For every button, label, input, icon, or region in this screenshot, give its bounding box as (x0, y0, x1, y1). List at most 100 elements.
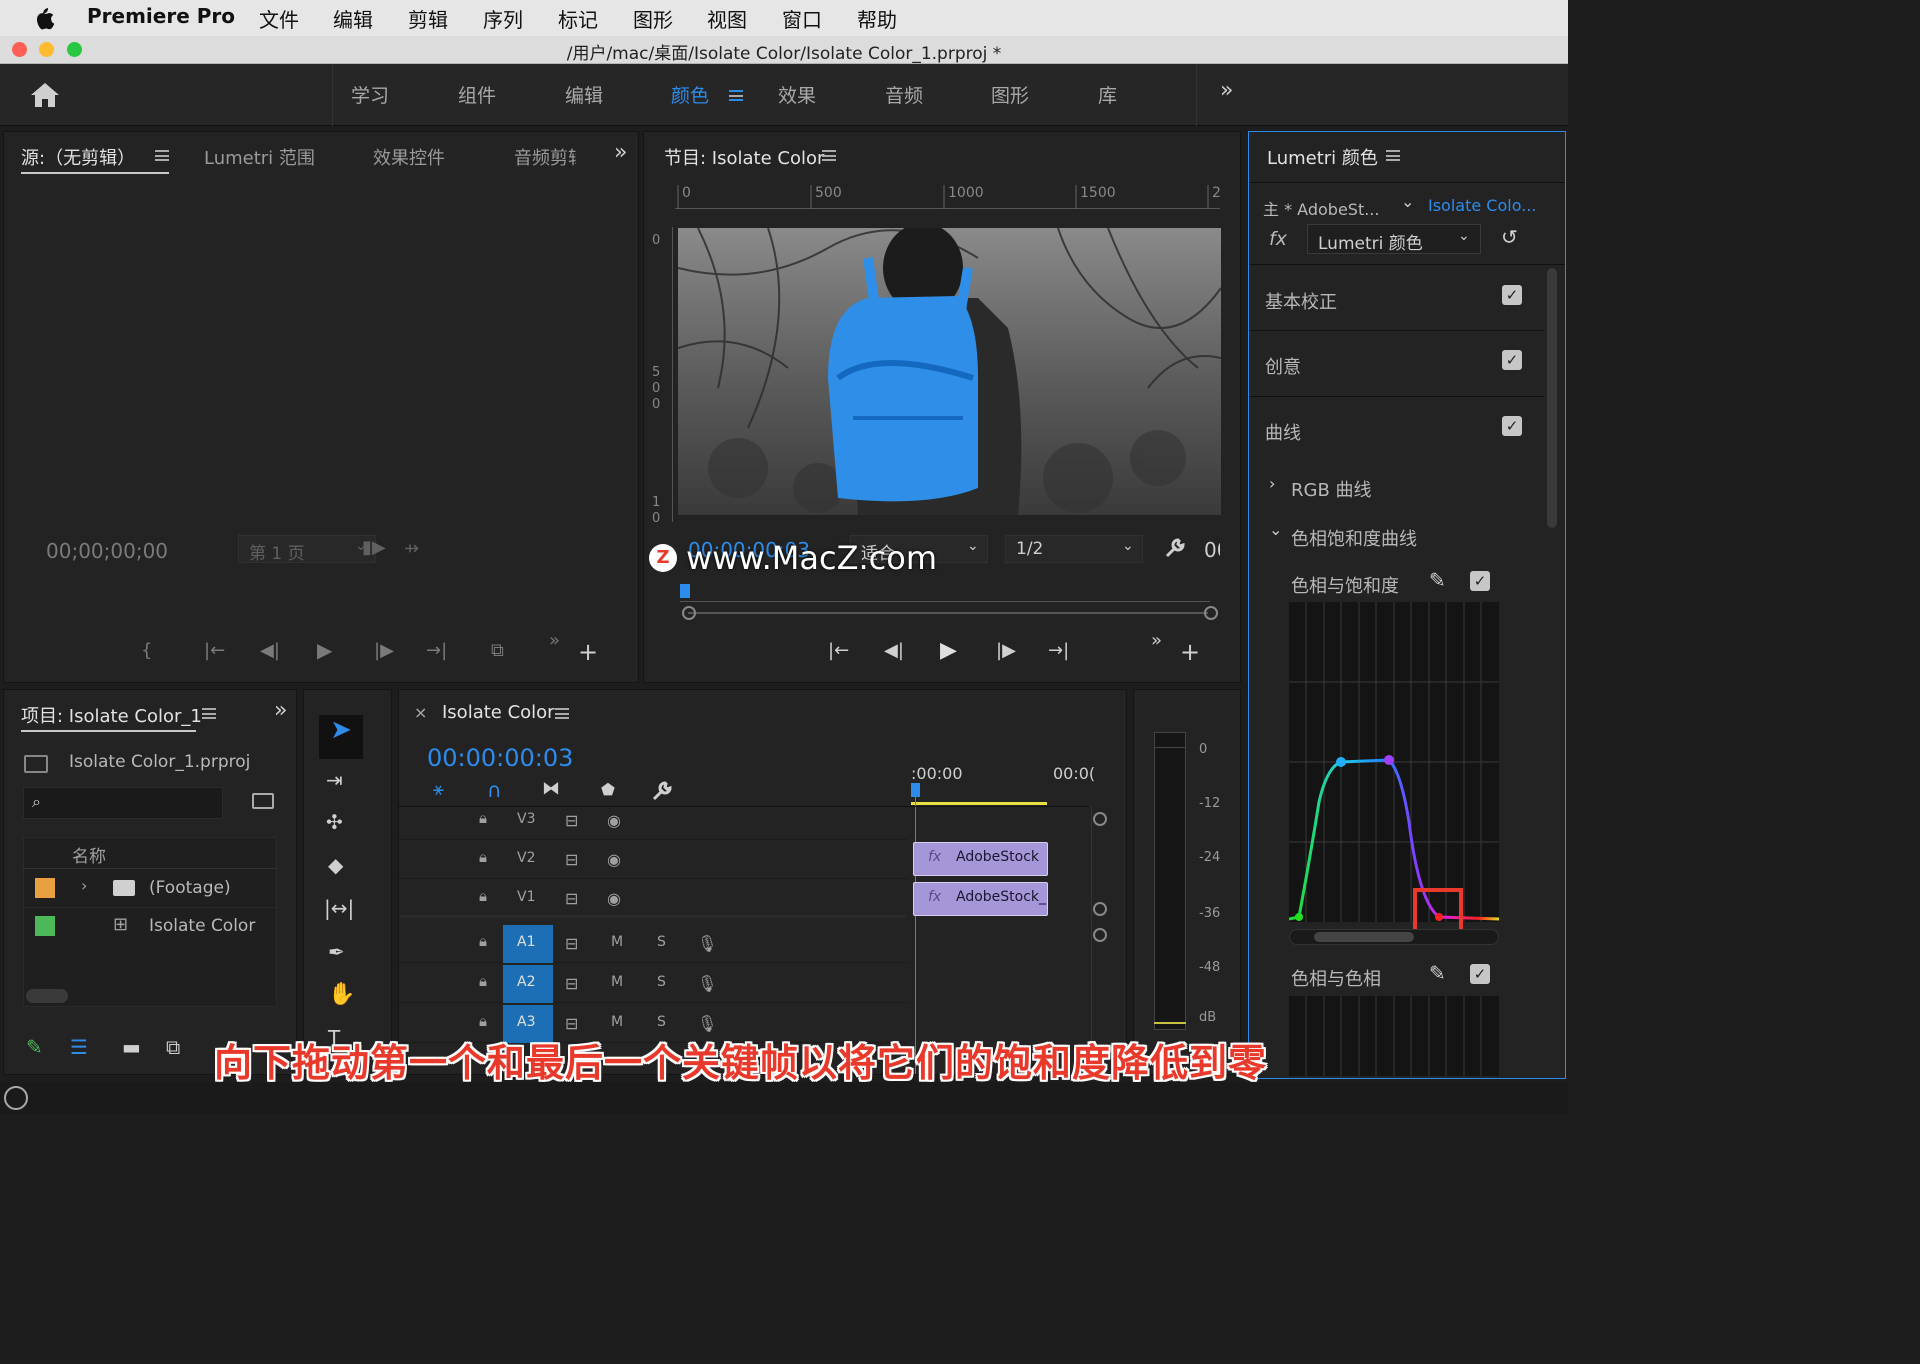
mute-button[interactable]: M (611, 974, 623, 990)
workspace-tab-audio[interactable]: 音频 (885, 81, 923, 108)
mute-button[interactable]: M (611, 934, 623, 950)
timeline-ruler[interactable]: :00:00 00:0( (911, 758, 1095, 805)
track-name[interactable]: A2 (517, 974, 535, 990)
menu-marker[interactable]: 标记 (558, 4, 598, 33)
hue-range-slider[interactable] (1289, 929, 1499, 945)
video-clip[interactable]: fx AdobeStock_ (913, 882, 1048, 916)
project-title[interactable]: 项目: Isolate Color_1 (21, 702, 202, 728)
list-view-icon[interactable]: ☰ (70, 1035, 88, 1059)
more-controls-icon[interactable]: » (549, 630, 560, 651)
pencil-icon[interactable]: ✎ (26, 1035, 43, 1059)
more-tabs-icon[interactable]: » (274, 698, 287, 723)
section-creative[interactable]: 创意 (1265, 353, 1301, 379)
timeline-title[interactable]: Isolate Color (442, 702, 555, 723)
sync-lock-icon[interactable]: ⊟ (565, 811, 578, 830)
slip-tool[interactable]: |↔| (324, 896, 354, 920)
play-icon[interactable]: ▶ (940, 638, 957, 663)
linked-selection-icon[interactable]: ⧓ (542, 778, 560, 799)
list-item[interactable]: ⊞ Isolate Color (23, 908, 277, 946)
step-forward-icon[interactable]: |▶ (374, 640, 394, 661)
step-back-icon[interactable]: ◀| (260, 640, 280, 661)
menu-view[interactable]: 视图 (707, 4, 747, 33)
eyedropper-icon[interactable]: ✎ (1429, 961, 1446, 985)
menu-file[interactable]: 文件 (259, 4, 299, 33)
solo-button[interactable]: S (657, 974, 666, 990)
icon-view-icon[interactable]: ▬ (122, 1035, 141, 1059)
lock-icon[interactable]: 🔒︎ (479, 932, 487, 950)
eyedropper-icon[interactable]: ✎ (1429, 568, 1446, 592)
master-clip-label[interactable]: 主 * AdobeSt... (1263, 196, 1379, 220)
clip-instance-label[interactable]: Isolate Colo... (1428, 196, 1536, 215)
mute-button[interactable]: M (611, 1014, 623, 1030)
chevron-down-icon[interactable]: ⌄ (1401, 192, 1414, 211)
sync-lock-icon[interactable]: ⊟ (565, 850, 578, 869)
curves-checkbox[interactable]: ✓ (1502, 416, 1522, 436)
nest-toggle-icon[interactable]: ⚹ (433, 779, 444, 800)
menu-window[interactable]: 窗口 (782, 4, 822, 33)
hue-vs-hue-curve-graph[interactable] (1289, 996, 1499, 1076)
ripple-edit-tool[interactable]: ✣ (326, 810, 343, 834)
more-controls-icon[interactable]: » (1151, 630, 1162, 651)
more-tabs-icon[interactable]: » (614, 140, 627, 165)
creative-cloud-icon[interactable] (4, 1086, 28, 1110)
menu-graphics[interactable]: 图形 (633, 4, 673, 33)
label-color-swatch[interactable] (35, 916, 55, 936)
home-icon[interactable] (30, 82, 60, 108)
source-menu-icon[interactable] (155, 150, 169, 161)
workspace-tab-effects[interactable]: 效果 (778, 81, 816, 108)
add-button-icon[interactable]: + (1180, 638, 1200, 666)
add-button-icon[interactable]: + (578, 638, 598, 666)
solo-button[interactable]: S (657, 934, 666, 950)
eye-icon[interactable]: ◉ (607, 889, 621, 908)
hue-vs-sat-curve-graph[interactable] (1288, 602, 1500, 922)
freeform-view-icon[interactable]: ⧉ (166, 1035, 180, 1059)
chevron-right-icon[interactable]: › (1269, 474, 1275, 493)
zoom-handle-left[interactable] (682, 606, 696, 620)
reset-icon[interactable]: ↺ (1501, 225, 1518, 249)
snap-icon[interactable]: ∩ (487, 778, 502, 802)
program-title[interactable]: 节目: Isolate Color (664, 144, 824, 170)
basic-correction-checkbox[interactable]: ✓ (1502, 285, 1522, 305)
hue-sat-curves-toggle[interactable]: 色相饱和度曲线 (1291, 525, 1417, 551)
sync-lock-icon[interactable]: ⊟ (565, 934, 578, 953)
menu-clip[interactable]: 剪辑 (408, 4, 448, 33)
go-to-in-icon[interactable]: |← (828, 640, 849, 661)
zoom-handle-right[interactable] (1204, 606, 1218, 620)
creative-checkbox[interactable]: ✓ (1502, 350, 1522, 370)
sync-lock-icon[interactable]: ⊟ (565, 889, 578, 908)
video-clip[interactable]: fx AdobeStock (913, 842, 1048, 876)
program-menu-icon[interactable] (822, 150, 836, 161)
resolution-dropdown[interactable]: 1/2 ⌄ (1005, 535, 1143, 563)
menu-sequence[interactable]: 序列 (483, 4, 523, 33)
lock-icon[interactable]: 🔒︎ (479, 887, 487, 905)
close-tab-icon[interactable]: × (414, 703, 427, 722)
microphone-icon[interactable]: 🎙︎ (697, 974, 717, 993)
lock-icon[interactable]: 🔒︎ (479, 848, 487, 866)
sync-lock-icon[interactable]: ⊟ (565, 974, 578, 993)
project-scrollbar[interactable] (26, 989, 68, 1003)
playhead[interactable] (911, 783, 920, 797)
chevron-right-icon[interactable]: › (81, 876, 87, 895)
chevron-down-icon[interactable]: ⌄ (1269, 520, 1282, 539)
lumetri-title[interactable]: Lumetri 颜色 (1267, 144, 1378, 170)
timeline-timecode[interactable]: 00:00:00:03 (427, 744, 573, 772)
go-to-out-icon[interactable]: →| (1048, 640, 1069, 661)
lock-icon[interactable]: 🔒︎ (479, 972, 487, 990)
rgb-curves-toggle[interactable]: RGB 曲线 (1291, 476, 1372, 502)
solo-button[interactable]: S (657, 1014, 666, 1030)
workspace-tab-learn[interactable]: 学习 (351, 81, 389, 108)
step-back-icon[interactable]: ◀| (884, 640, 904, 661)
mark-in-icon[interactable]: { (141, 640, 152, 661)
wrench-icon[interactable] (1164, 537, 1186, 559)
playhead-scrubber[interactable] (680, 580, 1210, 602)
timeline-menu-icon[interactable] (555, 708, 569, 719)
source-timecode[interactable]: 00;00;00;00 (46, 539, 168, 563)
workspace-tab-libraries[interactable]: 库 (1098, 81, 1117, 108)
tab-audio-clip-mixer[interactable]: 音频剪辑 (514, 144, 576, 170)
sync-lock-icon[interactable]: ⊟ (565, 1014, 578, 1033)
hand-tool[interactable]: ✋ (328, 982, 355, 1007)
section-curves[interactable]: 曲线 (1265, 419, 1301, 445)
track-name[interactable]: A3 (517, 1014, 535, 1030)
page-dropdown[interactable]: 第 1 页 ⌄ (238, 535, 376, 564)
workspace-tab-assembly[interactable]: 组件 (458, 81, 496, 108)
